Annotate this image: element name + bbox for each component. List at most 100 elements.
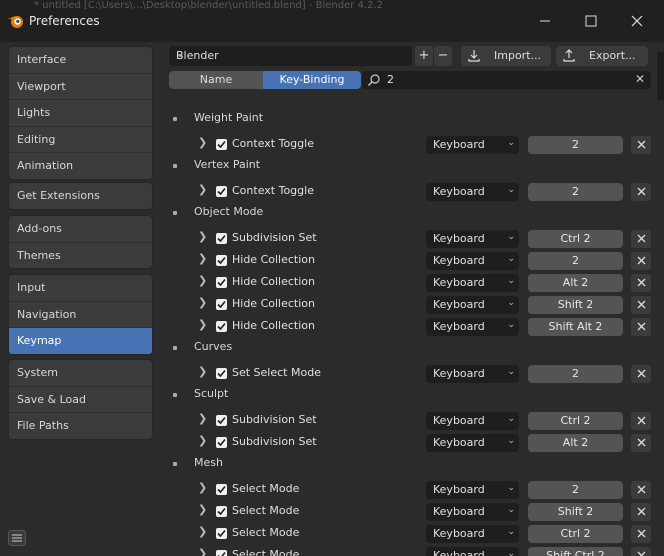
keymap-item-checkbox[interactable] (216, 139, 227, 150)
key-binding-button[interactable]: Alt 2 (528, 274, 623, 292)
input-type-select[interactable]: Keyboard ⌄ (426, 547, 519, 556)
keymap-item-checkbox[interactable] (216, 506, 227, 517)
remove-keymap-item-button[interactable] (631, 434, 651, 452)
input-type-select[interactable]: Keyboard ⌄ (426, 136, 519, 154)
keymap-item-checkbox[interactable] (216, 550, 227, 556)
remove-keymap-item-button[interactable] (631, 547, 651, 556)
key-binding-button[interactable]: 2 (528, 365, 623, 383)
key-binding-button[interactable]: Alt 2 (528, 434, 623, 452)
keymap-item-checkbox[interactable] (216, 186, 227, 197)
sidebar-item-navigation[interactable]: Navigation (9, 302, 152, 328)
keymap-item-checkbox[interactable] (216, 415, 227, 426)
expand-chevron-icon[interactable]: ❯ (198, 252, 207, 265)
key-binding-button[interactable]: 2 (528, 252, 623, 270)
sidebar-item-editing[interactable]: Editing (9, 127, 152, 153)
input-type-select[interactable]: Keyboard ⌄ (426, 503, 519, 521)
remove-keymap-item-button[interactable] (631, 525, 651, 543)
expand-chevron-icon[interactable]: ❯ (198, 547, 207, 556)
input-type-select[interactable]: Keyboard ⌄ (426, 434, 519, 452)
sidebar-item-file-paths[interactable]: File Paths (9, 413, 152, 439)
export-button[interactable]: Export... (556, 46, 648, 66)
key-binding-button[interactable]: Shift 2 (528, 503, 623, 521)
sidebar-item-add-ons[interactable]: Add-ons (9, 216, 152, 243)
expand-chevron-icon[interactable]: ❯ (198, 525, 207, 538)
chevron-down-icon: ⌄ (507, 232, 515, 242)
keymap-item-checkbox[interactable] (216, 528, 227, 539)
sidebar-item-animation[interactable]: Animation (9, 153, 152, 179)
remove-preset-button[interactable]: − (434, 46, 452, 66)
sidebar-item-lights[interactable]: Lights (9, 100, 152, 127)
input-type-value: Keyboard (433, 527, 485, 540)
remove-keymap-item-button[interactable] (631, 503, 651, 521)
remove-keymap-item-button[interactable] (631, 318, 651, 336)
expand-chevron-icon[interactable]: ❯ (198, 230, 207, 243)
key-binding-button[interactable]: 2 (528, 183, 623, 201)
keymap-preset-select[interactable]: Blender ⌄ (169, 46, 412, 66)
sidebar-item-system[interactable]: System (9, 360, 152, 387)
key-binding-button[interactable]: Ctrl 2 (528, 412, 623, 430)
expand-chevron-icon[interactable]: ❯ (198, 296, 207, 309)
keymap-item-checkbox[interactable] (216, 255, 227, 266)
input-type-select[interactable]: Keyboard ⌄ (426, 183, 519, 201)
remove-keymap-item-button[interactable] (631, 230, 651, 248)
input-type-select[interactable]: Keyboard ⌄ (426, 230, 519, 248)
key-binding-button[interactable]: Shift Alt 2 (528, 318, 623, 336)
input-type-select[interactable]: Keyboard ⌄ (426, 412, 519, 430)
input-type-select[interactable]: Keyboard ⌄ (426, 481, 519, 499)
sidebar-item-themes[interactable]: Themes (9, 243, 152, 269)
minimize-button[interactable] (522, 8, 568, 34)
add-preset-button[interactable]: + (415, 46, 433, 66)
keymap-item-checkbox[interactable] (216, 277, 227, 288)
maximize-button[interactable] (568, 8, 614, 34)
keymap-item-checkbox[interactable] (216, 321, 227, 332)
remove-keymap-item-button[interactable] (631, 412, 651, 430)
keymap-item-checkbox[interactable] (216, 437, 227, 448)
close-window-button[interactable] (614, 8, 660, 34)
expand-chevron-icon[interactable]: ❯ (198, 365, 207, 378)
sidebar-item-interface[interactable]: Interface (9, 47, 152, 74)
sidebar-item-viewport[interactable]: Viewport (9, 74, 152, 100)
keymap-item-checkbox[interactable] (216, 368, 227, 379)
import-button[interactable]: Import... (461, 46, 551, 66)
keymap-item-checkbox[interactable] (216, 484, 227, 495)
filter-by-name-tab[interactable]: Name (169, 71, 263, 89)
remove-keymap-item-button[interactable] (631, 296, 651, 314)
remove-keymap-item-button[interactable] (631, 365, 651, 383)
keymap-search-field[interactable]: 2 ✕ (362, 71, 651, 89)
key-binding-button[interactable]: Ctrl 2 (528, 230, 623, 248)
expand-chevron-icon[interactable]: ❯ (198, 136, 207, 149)
key-binding-button[interactable]: 2 (528, 481, 623, 499)
sidebar-item-get-extensions[interactable]: Get Extensions (9, 183, 152, 209)
expand-chevron-icon[interactable]: ❯ (198, 434, 207, 447)
expand-chevron-icon[interactable]: ❯ (198, 412, 207, 425)
sidebar-item-keymap[interactable]: Keymap (9, 328, 152, 354)
keymap-item-checkbox[interactable] (216, 299, 227, 310)
key-binding-button[interactable]: Shift 2 (528, 296, 623, 314)
remove-keymap-item-button[interactable] (631, 136, 651, 154)
expand-chevron-icon[interactable]: ❯ (198, 318, 207, 331)
clear-search-icon[interactable]: ✕ (635, 72, 645, 86)
close-icon (637, 416, 645, 425)
expand-chevron-icon[interactable]: ❯ (198, 183, 207, 196)
input-type-select[interactable]: Keyboard ⌄ (426, 365, 519, 383)
input-type-select[interactable]: Keyboard ⌄ (426, 525, 519, 543)
expand-chevron-icon[interactable]: ❯ (198, 481, 207, 494)
input-type-select[interactable]: Keyboard ⌄ (426, 318, 519, 336)
remove-keymap-item-button[interactable] (631, 274, 651, 292)
sidebar-item-input[interactable]: Input (9, 275, 152, 302)
input-type-select[interactable]: Keyboard ⌄ (426, 296, 519, 314)
key-binding-button[interactable]: 2 (528, 136, 623, 154)
filter-by-key-binding-tab[interactable]: Key-Binding (263, 71, 361, 89)
sidebar-item-save-load[interactable]: Save & Load (9, 387, 152, 413)
input-type-select[interactable]: Keyboard ⌄ (426, 252, 519, 270)
key-binding-button[interactable]: Ctrl 2 (528, 525, 623, 543)
expand-chevron-icon[interactable]: ❯ (198, 503, 207, 516)
remove-keymap-item-button[interactable] (631, 183, 651, 201)
hamburger-menu-icon[interactable] (8, 530, 26, 546)
keymap-item-checkbox[interactable] (216, 233, 227, 244)
expand-chevron-icon[interactable]: ❯ (198, 274, 207, 287)
input-type-select[interactable]: Keyboard ⌄ (426, 274, 519, 292)
remove-keymap-item-button[interactable] (631, 481, 651, 499)
key-binding-button[interactable]: Shift Ctrl 2 (528, 547, 623, 556)
remove-keymap-item-button[interactable] (631, 252, 651, 270)
